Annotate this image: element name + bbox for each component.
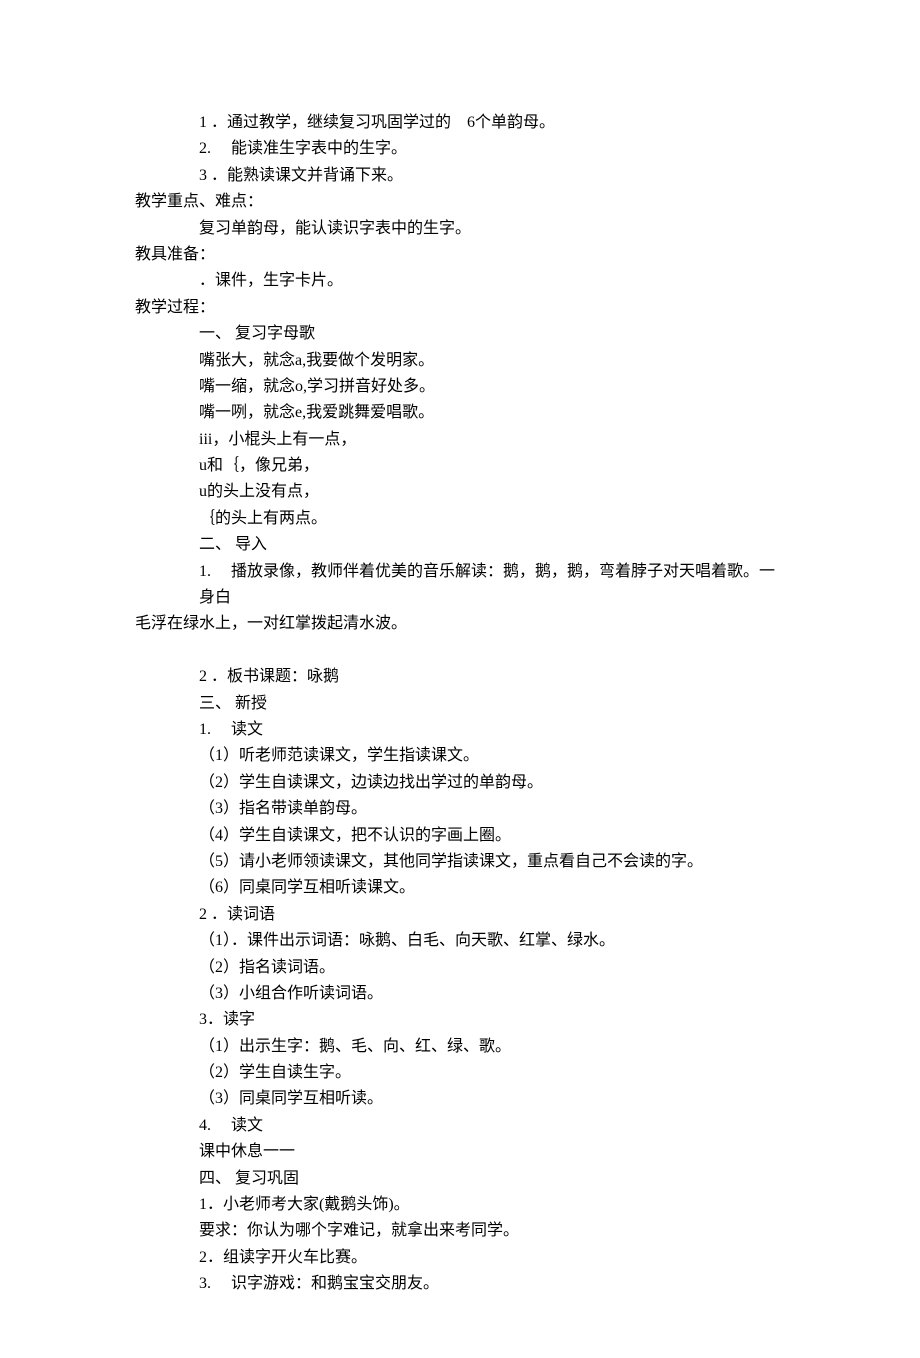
text-line: 3. 识字游戏：和鹅宝宝交朋友。 <box>135 1271 785 1297</box>
text-line: 2．组读字开火车比赛。 <box>135 1245 785 1271</box>
text-line: ｛的头上有两点。 <box>135 506 785 532</box>
lesson-plan-body: 1 ．通过教学，继续复习巩固学过的 6个单韵母。2. 能读准生字表中的生字。3 … <box>135 110 785 1298</box>
text-line: 教学重点、难点： <box>135 189 785 215</box>
text-line: （1）．课件出示词语：咏鹅、白毛、向天歌、红掌、绿水。 <box>135 928 785 954</box>
text-line: u的头上没有点， <box>135 479 785 505</box>
text-line: 嘴一咧，就念e,我爱跳舞爱唱歌。 <box>135 400 785 426</box>
text-line: （6）同桌同学互相听读课文。 <box>135 875 785 901</box>
text-line: （2）学生自读课文，边读边找出学过的单韵母。 <box>135 770 785 796</box>
text-line: ．课件，生字卡片。 <box>135 268 785 294</box>
text-line: （3）指名带读单韵母。 <box>135 796 785 822</box>
text-line: 二、 导入 <box>135 532 785 558</box>
text-line: 复习单韵母，能认读识字表中的生字。 <box>135 216 785 242</box>
text-line: 2 ．板书课题：咏鹅 <box>135 664 785 690</box>
text-line: 1．小老师考大家(戴鹅头饰)。 <box>135 1192 785 1218</box>
text-line: 教学过程： <box>135 295 785 321</box>
text-line: 四、 复习巩固 <box>135 1166 785 1192</box>
text-line: 2 ．读词语 <box>135 902 785 928</box>
text-line: 毛浮在绿水上，一对红掌拨起清水波。 <box>135 611 785 637</box>
text-line: （3）小组合作听读词语。 <box>135 981 785 1007</box>
text-line: 三、 新授 <box>135 691 785 717</box>
text-line: 嘴一缩，就念o,学习拼音好处多。 <box>135 374 785 400</box>
text-line: （2）指名读词语。 <box>135 955 785 981</box>
text-line: 2. 能读准生字表中的生字。 <box>135 136 785 162</box>
text-line: 3 ．能熟读课文并背诵下来。 <box>135 163 785 189</box>
text-line: 一、 复习字母歌 <box>135 321 785 347</box>
text-line: u和｛，像兄弟， <box>135 453 785 479</box>
text-line: （2）学生自读生字。 <box>135 1060 785 1086</box>
text-line: （4）学生自读课文，把不认识的字画上圈。 <box>135 823 785 849</box>
text-line: 3．读字 <box>135 1007 785 1033</box>
text-line: （3）同桌同学互相听读。 <box>135 1086 785 1112</box>
text-line: 课中休息一一 <box>135 1139 785 1165</box>
text-line: 1. 读文 <box>135 717 785 743</box>
text-line: 要求：你认为哪个字难记，就拿出来考同学。 <box>135 1218 785 1244</box>
text-line: （1）听老师范读课文，学生指读课文。 <box>135 743 785 769</box>
text-line: （1）出示生字：鹅、毛、向、红、绿、歌。 <box>135 1034 785 1060</box>
text-line: 1. 播放录像，教师伴着优美的音乐解读：鹅，鹅，鹅，弯着脖子对天唱着歌。一身白 <box>135 559 785 612</box>
text-line: 4. 读文 <box>135 1113 785 1139</box>
blank-line <box>135 638 785 664</box>
text-line: 嘴张大，就念a,我要做个发明家。 <box>135 348 785 374</box>
text-line: iii，小棍头上有一点， <box>135 427 785 453</box>
text-line: 1 ．通过教学，继续复习巩固学过的 6个单韵母。 <box>135 110 785 136</box>
text-line: （5）请小老师领读课文，其他同学指读课文，重点看自己不会读的字。 <box>135 849 785 875</box>
document-page: 1 ．通过教学，继续复习巩固学过的 6个单韵母。2. 能读准生字表中的生字。3 … <box>0 0 920 1358</box>
text-line: 教具准备： <box>135 242 785 268</box>
